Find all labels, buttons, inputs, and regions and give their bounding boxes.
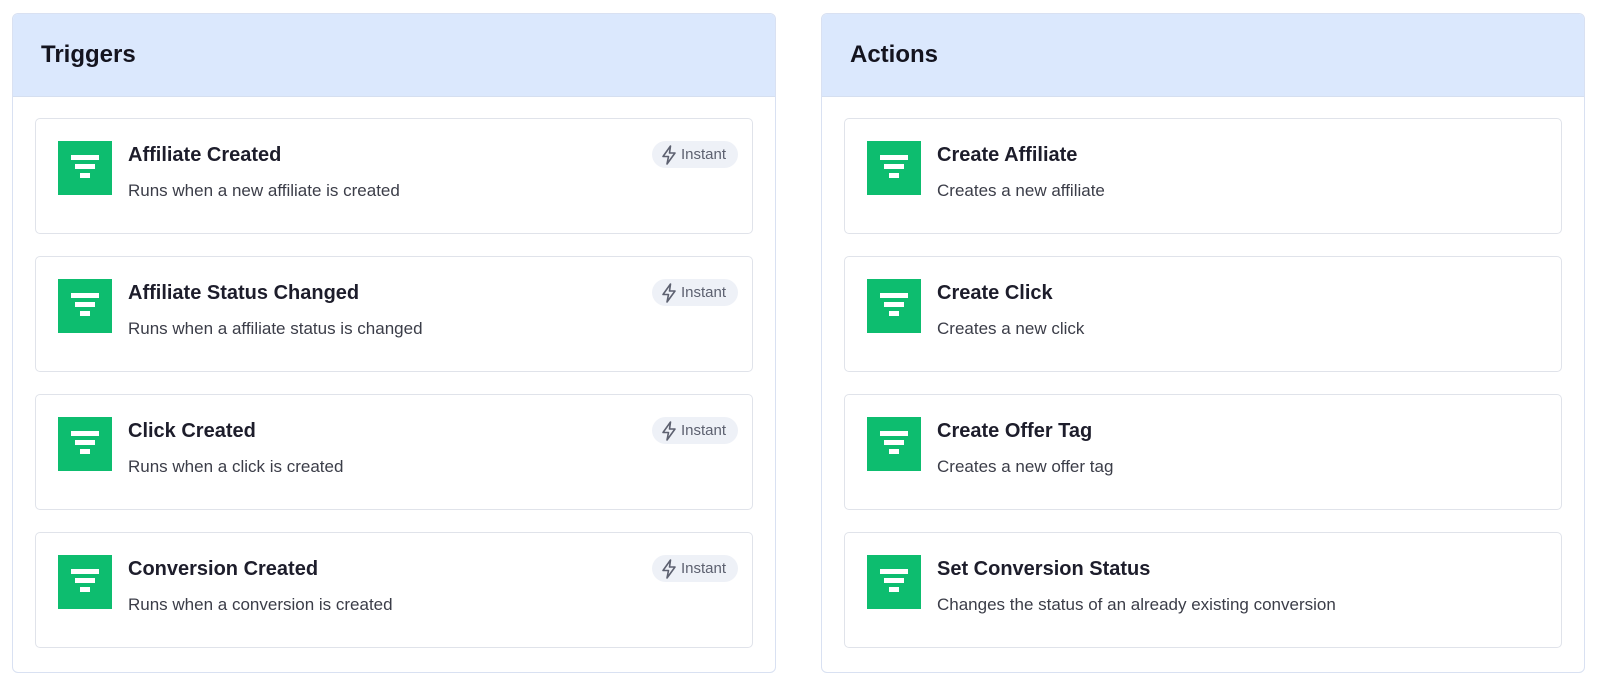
action-card-create-offer-tag[interactable]: Create Offer Tag Creates a new offer tag	[844, 394, 1562, 510]
funnel-icon	[58, 279, 112, 333]
action-description: Changes the status of an already existin…	[937, 595, 1336, 614]
action-description: Creates a new offer tag	[937, 457, 1114, 476]
badge-label: Instant	[680, 284, 726, 301]
trigger-card-click-created[interactable]: Click Created Runs when a click is creat…	[35, 394, 753, 510]
trigger-description: Runs when a click is created	[128, 457, 344, 476]
funnel-icon	[867, 555, 921, 609]
instant-badge: Instant	[651, 555, 738, 582]
actions-header: Actions	[822, 14, 1584, 97]
funnel-icon	[867, 279, 921, 333]
instant-badge: Instant	[651, 279, 738, 306]
trigger-title: Affiliate Status Changed	[128, 282, 360, 304]
action-title: Set Conversion Status	[937, 558, 1151, 580]
lightning-bolt-icon	[662, 420, 676, 441]
triggers-list: Affiliate Created Runs when a new affili…	[13, 97, 775, 648]
action-card-set-conversion-status[interactable]: Set Conversion Status Changes the status…	[844, 532, 1562, 648]
trigger-card-affiliate-created[interactable]: Affiliate Created Runs when a new affili…	[35, 118, 753, 234]
funnel-icon	[867, 141, 921, 195]
instant-badge: Instant	[651, 417, 738, 444]
trigger-description: Runs when a conversion is created	[128, 595, 393, 614]
funnel-icon	[58, 417, 112, 471]
trigger-card-conversion-created[interactable]: Conversion Created Runs when a conversio…	[35, 532, 753, 648]
actions-panel: Actions Create Affiliate Creates a new a…	[821, 13, 1585, 673]
action-title: Create Affiliate	[937, 144, 1078, 166]
action-card-create-click[interactable]: Create Click Creates a new click	[844, 256, 1562, 372]
instant-badge: Instant	[651, 141, 738, 168]
badge-label: Instant	[680, 146, 726, 163]
action-card-create-affiliate[interactable]: Create Affiliate Creates a new affiliate	[844, 118, 1562, 234]
badge-label: Instant	[680, 560, 726, 577]
action-description: Creates a new affiliate	[937, 181, 1105, 200]
lightning-bolt-icon	[662, 282, 676, 303]
triggers-panel: Triggers Affiliate Created Runs when a n…	[12, 13, 776, 673]
funnel-icon	[867, 417, 921, 471]
trigger-description: Runs when a affiliate status is changed	[128, 319, 423, 338]
trigger-title: Affiliate Created	[128, 144, 282, 166]
badge-label: Instant	[680, 422, 726, 439]
triggers-header: Triggers	[13, 14, 775, 97]
action-description: Creates a new click	[937, 319, 1085, 338]
funnel-icon	[58, 555, 112, 609]
lightning-bolt-icon	[662, 144, 676, 165]
actions-title: Actions	[850, 41, 939, 68]
trigger-title: Click Created	[128, 420, 256, 442]
trigger-title: Conversion Created	[128, 558, 319, 580]
lightning-bolt-icon	[662, 558, 676, 579]
action-title: Create Click	[937, 282, 1053, 304]
page: Triggers Affiliate Created Runs when a n…	[0, 0, 1600, 676]
triggers-title: Triggers	[41, 41, 136, 68]
trigger-card-affiliate-status-changed[interactable]: Affiliate Status Changed Runs when a aff…	[35, 256, 753, 372]
funnel-icon	[58, 141, 112, 195]
trigger-description: Runs when a new affiliate is created	[128, 181, 400, 200]
action-title: Create Offer Tag	[937, 420, 1093, 442]
actions-list: Create Affiliate Creates a new affiliate…	[822, 97, 1584, 648]
